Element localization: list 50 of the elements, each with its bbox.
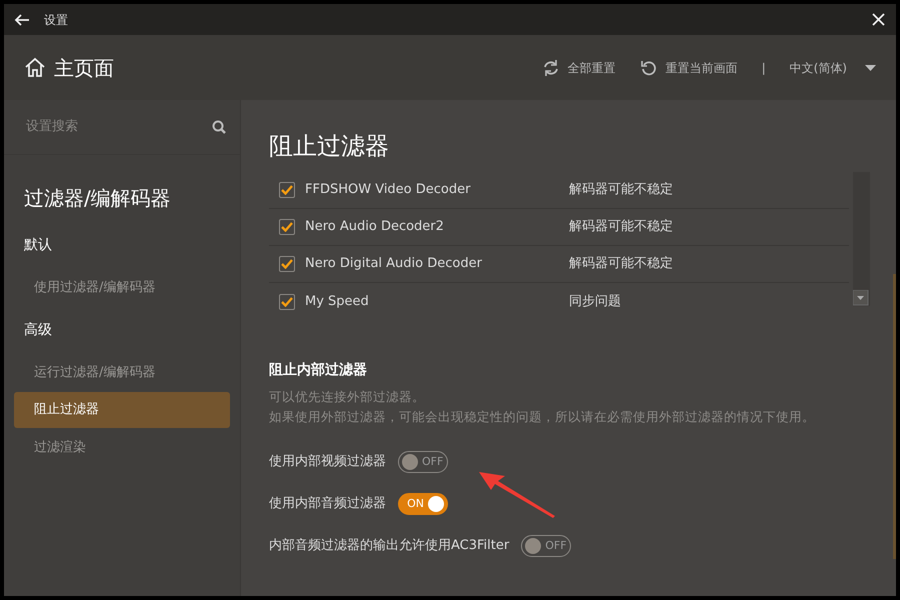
toggle-switch[interactable]: OFF bbox=[521, 535, 572, 557]
checkbox[interactable] bbox=[279, 182, 295, 198]
description-text: 如果使用外部过滤器，可能会出现稳定性的问题，所以请在必需使用外部过滤器的情况下使用。 bbox=[269, 408, 816, 426]
sidebar-section-label: 默认 bbox=[23, 236, 53, 255]
sidebar-heading: 过滤器/编解码器 bbox=[23, 185, 172, 212]
home-icon[interactable] bbox=[24, 57, 46, 78]
filter-name: Nero Digital Audio Decoder bbox=[305, 255, 483, 274]
filter-name: My Speed bbox=[305, 292, 370, 311]
subsection-title: 阻止内部过滤器 bbox=[269, 360, 368, 380]
check-icon bbox=[281, 185, 293, 195]
refresh-icon bbox=[640, 58, 658, 76]
check-icon bbox=[281, 222, 293, 232]
reset-current-button[interactable]: 重置当前画面 bbox=[640, 58, 738, 76]
separator: | bbox=[762, 60, 766, 76]
filter-reason: 解码器可能不稳定 bbox=[569, 255, 673, 274]
sidebar-section-label: 高级 bbox=[23, 320, 53, 340]
toggle-switch[interactable]: ON bbox=[398, 493, 448, 515]
back-icon[interactable] bbox=[14, 12, 30, 28]
scroll-down-icon[interactable] bbox=[853, 290, 869, 306]
close-icon[interactable] bbox=[871, 12, 886, 27]
caret-icon bbox=[865, 64, 876, 70]
scrollbar-thumb[interactable] bbox=[893, 274, 896, 559]
checkbox[interactable] bbox=[279, 219, 295, 235]
sidebar-item[interactable]: 使用过滤器/编解码器 bbox=[14, 270, 230, 306]
language-dropdown[interactable]: 中文(简体) bbox=[790, 58, 876, 76]
toggle-label: 使用内部视频过滤器 bbox=[269, 453, 386, 472]
scrollbar[interactable] bbox=[853, 172, 870, 306]
filter-name: Nero Audio Decoder2 bbox=[305, 218, 445, 236]
toggle-label: 使用内部音频过滤器 bbox=[269, 495, 386, 514]
checkbox[interactable] bbox=[279, 256, 295, 272]
sidebar-item[interactable]: 运行过滤器/编解码器 bbox=[14, 354, 230, 390]
page-title: 主页面 bbox=[54, 54, 114, 82]
filter-name: FFDSHOW Video Decoder bbox=[305, 181, 472, 200]
filter-reason: 解码器可能不稳定 bbox=[569, 218, 673, 236]
sidebar-item[interactable]: 阻止过滤器 bbox=[14, 392, 230, 428]
checkbox[interactable] bbox=[279, 294, 295, 310]
sidebar-item[interactable]: 过滤渲染 bbox=[14, 430, 230, 465]
search-icon[interactable] bbox=[212, 120, 226, 134]
refresh-icon bbox=[542, 58, 560, 76]
section-title: 阻止过滤器 bbox=[269, 131, 390, 162]
check-icon bbox=[281, 296, 293, 306]
filter-reason: 同步问题 bbox=[569, 292, 621, 311]
toggle-label: 内部音频过滤器的输出允许使用AC3Filter bbox=[269, 537, 510, 556]
search-field[interactable]: 设置搜索 bbox=[24, 116, 212, 138]
window-title: 设置 bbox=[44, 12, 68, 28]
toggle-switch[interactable]: OFF bbox=[398, 451, 448, 473]
check-icon bbox=[281, 259, 293, 269]
reset-all-button[interactable]: 全部重置 bbox=[542, 58, 616, 76]
description-text: 可以优先连接外部过滤器。 bbox=[269, 388, 426, 406]
filter-reason: 解码器可能不稳定 bbox=[569, 181, 673, 200]
